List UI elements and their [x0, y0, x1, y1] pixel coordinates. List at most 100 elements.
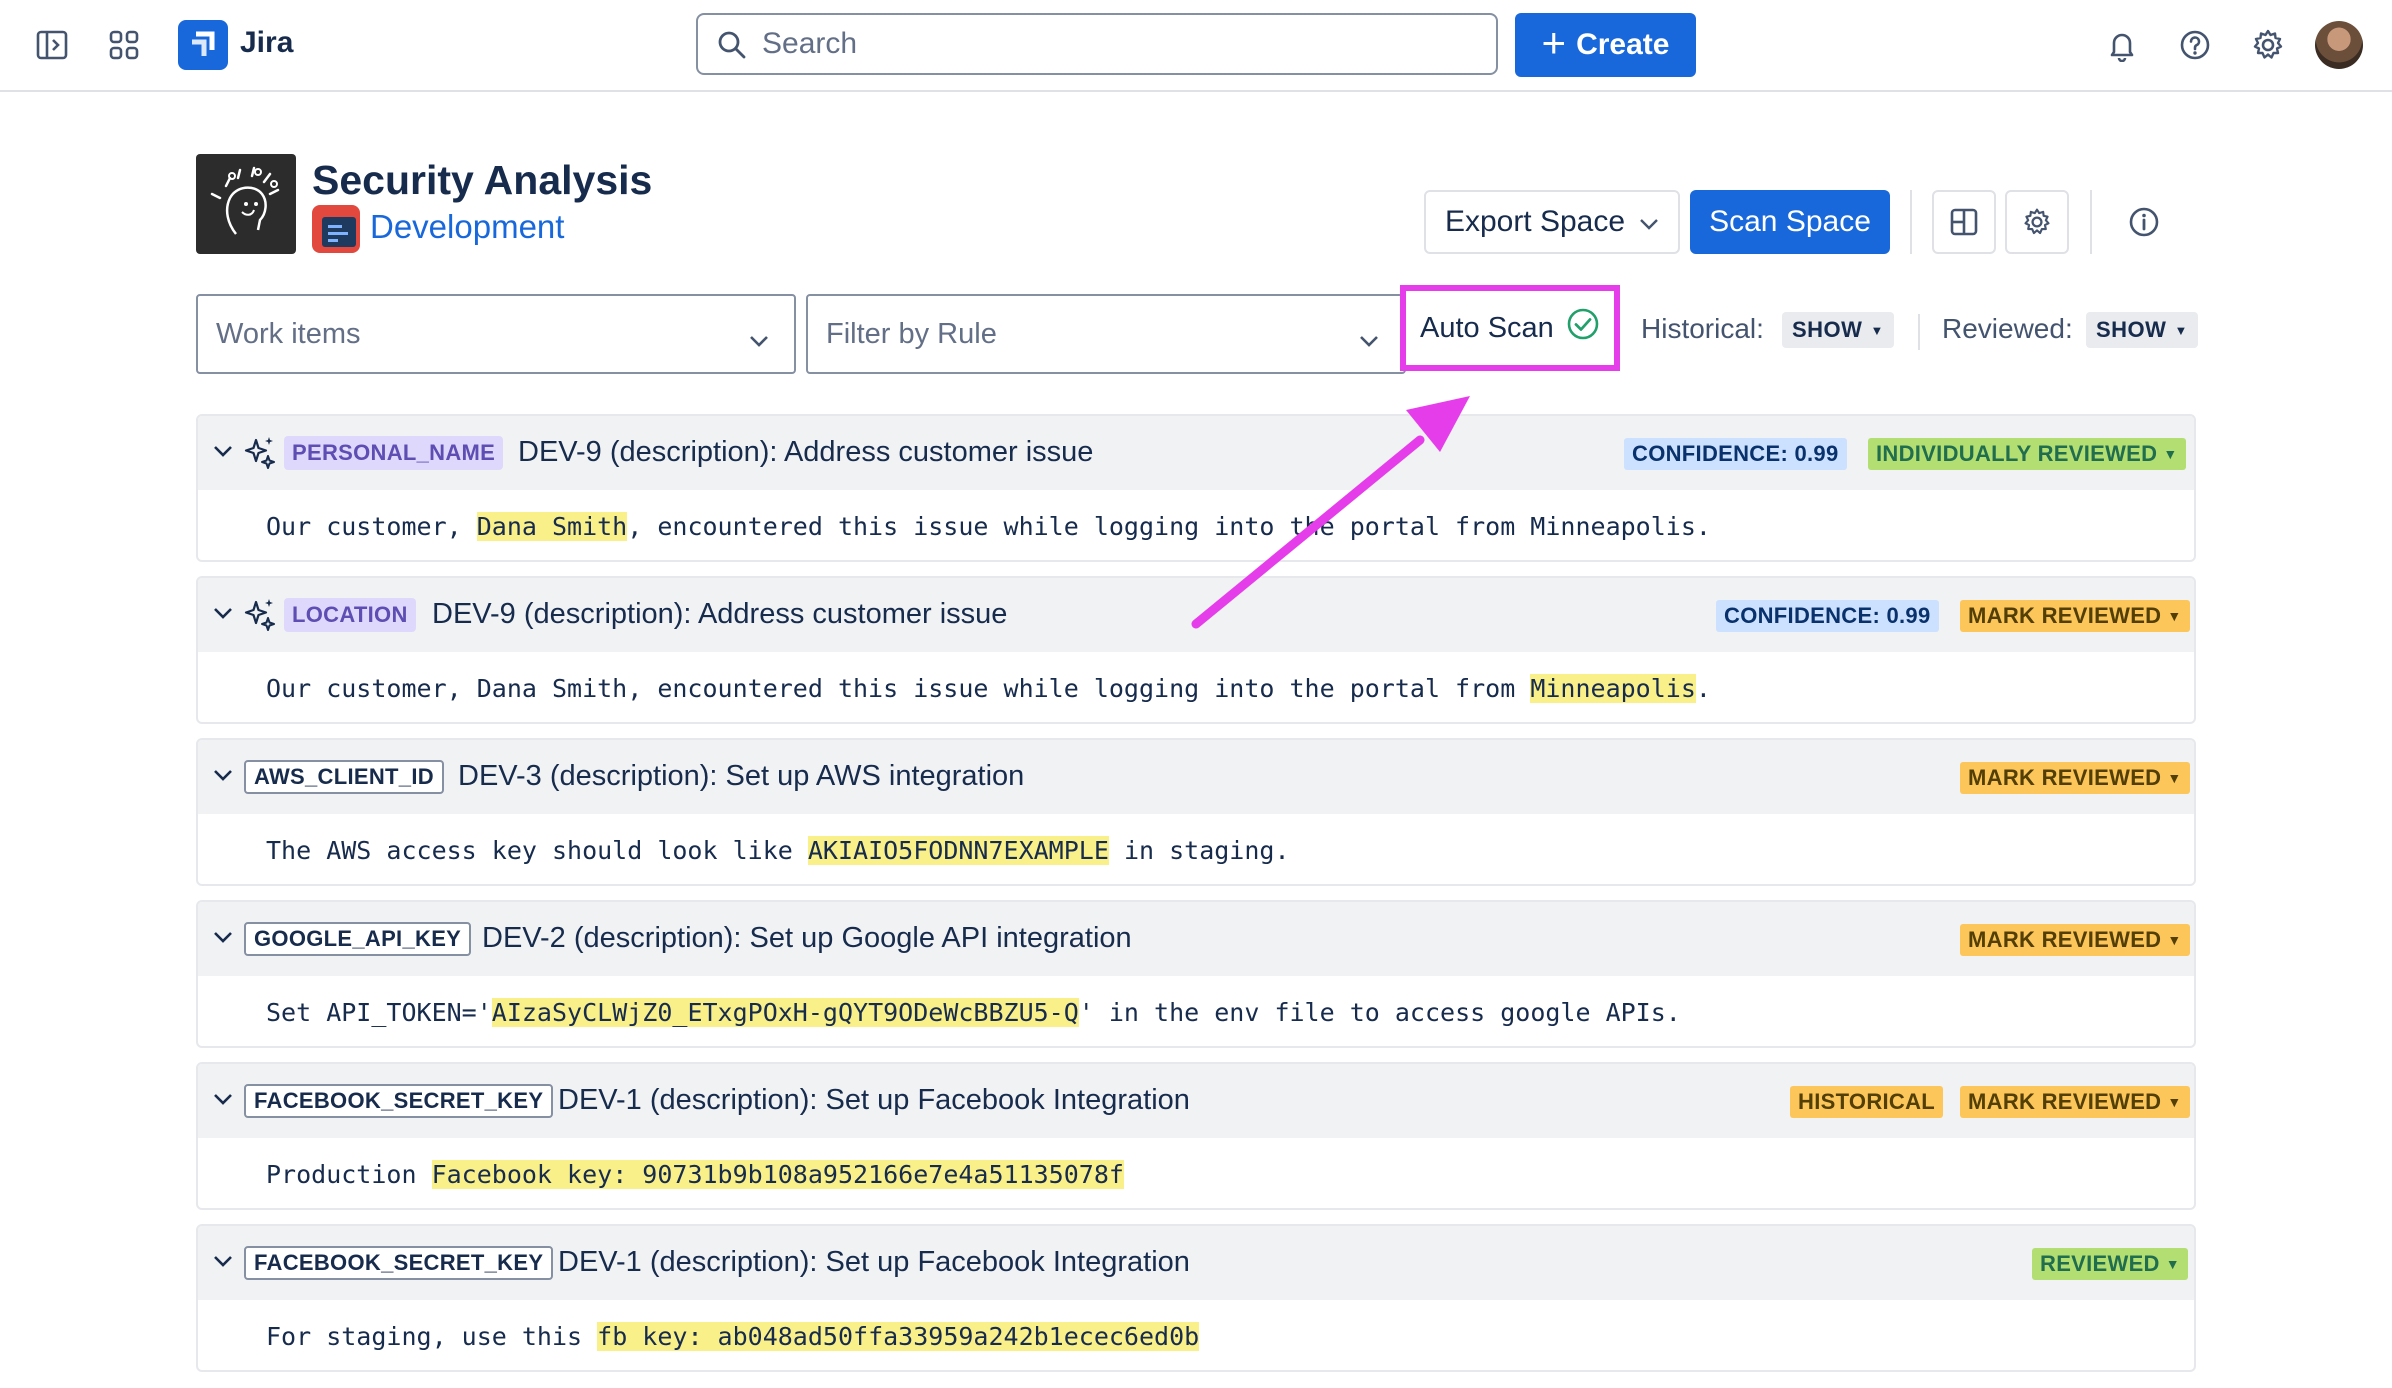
review-status-dropdown[interactable]: REVIEWED ▼ [2032, 1248, 2188, 1280]
reviewed-show-dropdown[interactable]: SHOW ▼ [2086, 312, 2198, 348]
chevron-down-icon [1639, 205, 1659, 239]
work-items-select[interactable]: Work items [196, 294, 796, 374]
chevron-down-icon[interactable] [212, 602, 234, 629]
snippet-match: Dana Smith [476, 512, 628, 541]
historical-badge: HISTORICAL [1790, 1086, 1944, 1118]
review-status-dropdown[interactable]: MARK REVIEWED ▼ [1960, 924, 2190, 956]
rule-tag: PERSONAL_NAME [284, 436, 504, 470]
snippet-text: Our customer, Dana Smith, encountered th… [266, 674, 1531, 703]
finding-card-header[interactable]: LOCATION DEV-9 (description): Address cu… [198, 578, 2194, 652]
toolbar-divider [2090, 190, 2092, 254]
scan-space-button[interactable]: Scan Space [1690, 190, 1890, 254]
chevron-down-icon [748, 324, 770, 357]
review-status-label: MARK REVIEWED [1968, 1089, 2162, 1114]
ai-sparkle-icon [242, 596, 278, 637]
reviewed-show-value: SHOW [2096, 317, 2167, 342]
info-icon[interactable] [2124, 202, 2164, 242]
space-link[interactable]: Development [370, 208, 564, 246]
auto-scan-toggle[interactable]: Auto Scan [1400, 285, 1620, 371]
finding-snippet: Set API_TOKEN='AIzaSyCLWjZ0_ETxgPOxH-gQY… [266, 998, 1681, 1027]
snippet-text: Set API_TOKEN=' [266, 998, 492, 1027]
finding-card-header[interactable]: AWS_CLIENT_ID DEV-3 (description): Set u… [198, 740, 2194, 814]
review-status-label: MARK REVIEWED [1968, 765, 2162, 790]
finding-snippet: Our customer, Dana Smith, encountered th… [266, 674, 1711, 703]
ai-sparkle-icon [242, 434, 278, 475]
top-navigation-bar: Jira Search + Create [0, 0, 2392, 92]
finding-title[interactable]: DEV-2 (description): Set up Google API i… [482, 922, 1132, 955]
settings-gear-icon[interactable] [2248, 25, 2288, 65]
review-status-dropdown[interactable]: MARK REVIEWED ▼ [1960, 762, 2190, 794]
snippet-text: Production [266, 1160, 432, 1189]
create-button[interactable]: + Create [1515, 13, 1696, 77]
work-items-placeholder: Work items [216, 317, 361, 350]
export-space-label: Export Space [1444, 205, 1626, 238]
chevron-down-icon[interactable] [212, 926, 234, 953]
finding-card-header[interactable]: PERSONAL_NAME DEV-9 (description): Addre… [198, 416, 2194, 490]
caret-down-icon: ▼ [2174, 322, 2188, 338]
caret-down-icon: ▼ [2167, 932, 2182, 948]
chevron-down-icon[interactable] [212, 764, 234, 791]
finding-snippet: Production Facebook key: 90731b9b108a952… [266, 1160, 1124, 1189]
snippet-match: Minneapolis [1530, 674, 1696, 703]
search-placeholder: Search [762, 27, 858, 60]
snippet-text: . [1695, 674, 1711, 703]
sidebar-toggle-icon[interactable] [32, 25, 72, 65]
review-status-label: MARK REVIEWED [1968, 603, 2162, 628]
review-status-dropdown[interactable]: MARK REVIEWED ▼ [1960, 1086, 2190, 1118]
rule-tag: GOOGLE_API_KEY [244, 922, 472, 956]
review-status-dropdown[interactable]: INDIVIDUALLY REVIEWED ▼ [1868, 438, 2186, 470]
snippet-text: ' in the env file to access google APIs. [1078, 998, 1681, 1027]
finding-card: GOOGLE_API_KEY DEV-2 (description): Set … [196, 900, 2196, 1048]
chevron-down-icon[interactable] [212, 1250, 234, 1277]
chevron-down-icon[interactable] [212, 440, 234, 467]
filter-by-rule-placeholder: Filter by Rule [826, 317, 997, 350]
help-icon[interactable] [2175, 25, 2215, 65]
finding-card: AWS_CLIENT_ID DEV-3 (description): Set u… [196, 738, 2196, 886]
finding-title[interactable]: DEV-3 (description): Set up AWS integrat… [458, 760, 1024, 793]
finding-title[interactable]: DEV-9 (description): Address customer is… [518, 436, 1093, 469]
reviewed-filter-label: Reviewed: [1942, 313, 2073, 344]
caret-down-icon: ▼ [2167, 608, 2182, 624]
space-settings-gear-icon[interactable] [2005, 190, 2069, 254]
page-title: Security Analysis [312, 157, 653, 203]
jira-logo-icon[interactable] [178, 20, 228, 70]
user-avatar[interactable] [2315, 21, 2363, 69]
chevron-down-icon[interactable] [212, 1088, 234, 1115]
finding-card: PERSONAL_NAME DEV-9 (description): Addre… [196, 414, 2196, 562]
rule-tag: FACEBOOK_SECRET_KEY [244, 1246, 554, 1280]
caret-down-icon: ▼ [2163, 446, 2178, 462]
layout-panel-icon[interactable] [1932, 190, 1996, 254]
finding-card-header[interactable]: FACEBOOK_SECRET_KEY DEV-1 (description):… [198, 1226, 2194, 1300]
finding-title[interactable]: DEV-1 (description): Set up Facebook Int… [558, 1246, 1190, 1279]
historical-show-dropdown[interactable]: SHOW ▼ [1782, 312, 1894, 348]
caret-down-icon: ▼ [2167, 770, 2182, 786]
app-switcher-icon[interactable] [104, 25, 144, 65]
notifications-bell-icon[interactable] [2102, 25, 2142, 65]
historical-filter-label: Historical: [1641, 313, 1764, 344]
search-icon [716, 29, 748, 69]
finding-title[interactable]: DEV-9 (description): Address customer is… [432, 598, 1007, 631]
export-space-button[interactable]: Export Space [1424, 190, 1680, 254]
finding-snippet: The AWS access key should look like AKIA… [266, 836, 1290, 865]
finding-card: LOCATION DEV-9 (description): Address cu… [196, 576, 2196, 724]
filter-by-rule-select[interactable]: Filter by Rule [806, 294, 1406, 374]
snippet-match: AIzaSyCLWjZ0_ETxgPOxH-gQYT9ODeWcBBZU5-Q [491, 998, 1079, 1027]
finding-card-header[interactable]: GOOGLE_API_KEY DEV-2 (description): Set … [198, 902, 2194, 976]
caret-down-icon: ▼ [1870, 322, 1884, 338]
snippet-match: AKIAIO5FODNN7EXAMPLE [807, 836, 1109, 865]
caret-down-icon: ▼ [2167, 1094, 2182, 1110]
snippet-text: For staging, use this [266, 1322, 598, 1351]
finding-card: FACEBOOK_SECRET_KEY DEV-1 (description):… [196, 1062, 2196, 1210]
review-status-label: REVIEWED [2040, 1251, 2160, 1276]
review-status-dropdown[interactable]: MARK REVIEWED ▼ [1960, 600, 2190, 632]
search-input[interactable]: Search [696, 13, 1498, 75]
check-circle-icon [1566, 307, 1600, 349]
finding-title[interactable]: DEV-1 (description): Set up Facebook Int… [558, 1084, 1190, 1117]
filter-divider [1918, 314, 1920, 350]
snippet-text: Our customer, [266, 512, 477, 541]
historical-show-value: SHOW [1792, 317, 1863, 342]
snippet-text: , encountered this issue while logging i… [627, 512, 1711, 541]
finding-card-header[interactable]: FACEBOOK_SECRET_KEY DEV-1 (description):… [198, 1064, 2194, 1138]
app-name[interactable]: Jira [240, 26, 293, 60]
rule-tag: LOCATION [284, 598, 416, 632]
